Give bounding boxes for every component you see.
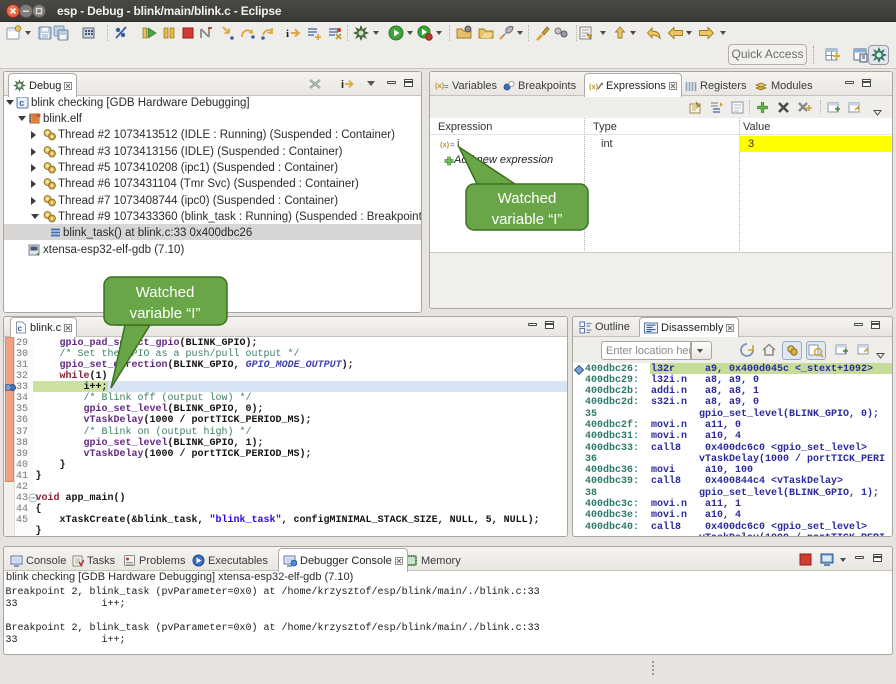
svg-text:c: c xyxy=(19,98,24,108)
svg-text:(x): (x) xyxy=(440,140,450,149)
svg-text:c: c xyxy=(18,324,23,333)
svg-text:variable “I”: variable “I” xyxy=(492,211,563,228)
svg-text:(x): (x) xyxy=(589,82,599,91)
svg-text:i: i xyxy=(341,79,344,91)
svg-text:=: = xyxy=(444,82,449,91)
svg-text:Watched: Watched xyxy=(498,190,557,207)
svg-text:variable “I”: variable “I” xyxy=(130,305,201,322)
svg-text:i: i xyxy=(286,28,289,40)
svg-text:Watched: Watched xyxy=(136,284,195,301)
